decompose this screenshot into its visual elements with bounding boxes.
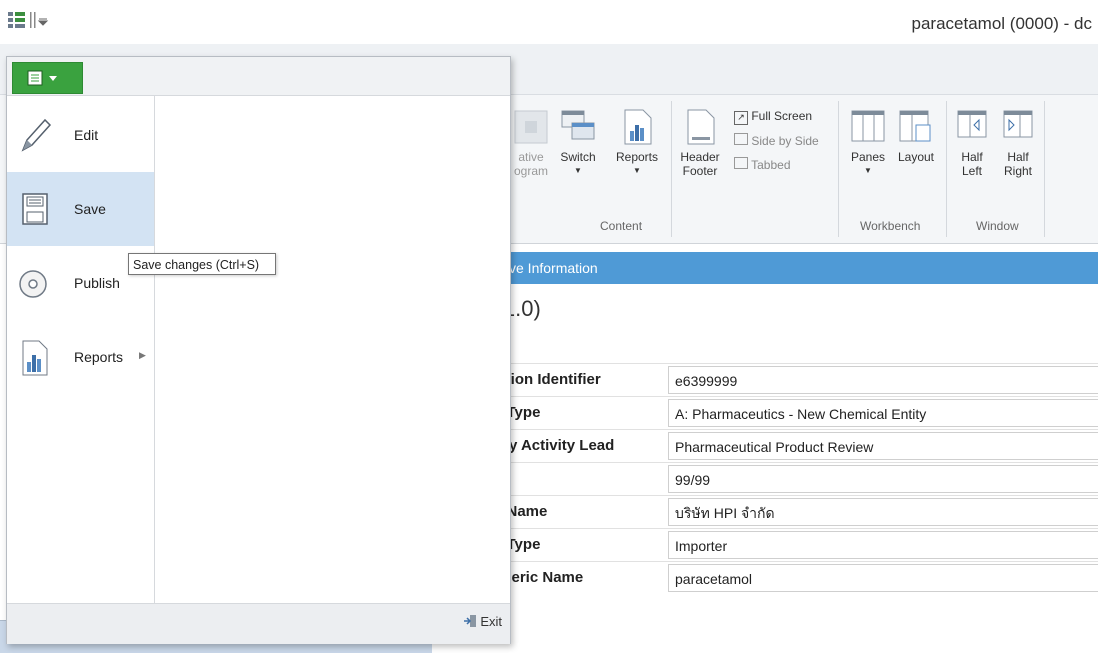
row-value-field[interactable]: A: Pharmaceutics - New Chemical Entity: [668, 399, 1098, 427]
title-bar: paracetamol (0000) - dc: [0, 0, 1098, 44]
side-by-side-button[interactable]: Side by Side: [734, 133, 819, 148]
row-value-field[interactable]: paracetamol: [668, 564, 1098, 592]
switch-icon: [561, 110, 595, 140]
chevron-down-icon: ▼: [864, 166, 872, 175]
tabbed-button[interactable]: Tabbed: [734, 157, 791, 172]
layout-icon: [899, 110, 931, 142]
save-tooltip: Save changes (Ctrl+S): [128, 253, 276, 275]
alternative-program-button[interactable]: ative ogram: [508, 107, 554, 178]
panes-icon: [851, 110, 885, 142]
panes-button[interactable]: Panes ▼: [846, 107, 890, 178]
row-value-field[interactable]: บริษัท HPI จำกัด: [668, 498, 1098, 526]
info-table: ssion Identifier e6399999 e Type A: Phar…: [432, 363, 1098, 594]
menu-item-save[interactable]: Save: [7, 172, 154, 246]
menu-item-edit[interactable]: Edit: [7, 98, 154, 172]
application-menu-header: [7, 57, 510, 96]
alternative-icon: [514, 110, 548, 144]
content-group-label: Content: [600, 219, 643, 233]
reports-button[interactable]: Reports ▼: [610, 107, 664, 178]
application-menu: Edit Save Publish Reports ▶ Exit: [6, 56, 511, 644]
side-by-side-icon: [734, 133, 748, 145]
table-row: e 99/99: [432, 462, 1098, 495]
half-right-icon: [1003, 110, 1033, 138]
menu-item-reports[interactable]: Reports ▶: [7, 320, 154, 394]
section-banner: tive Information: [432, 252, 1098, 284]
exit-button[interactable]: Exit: [463, 614, 502, 629]
app-menu-icon: [27, 70, 57, 86]
window-title: paracetamol (0000) - dc: [911, 14, 1092, 33]
disc-icon: [19, 270, 47, 298]
table-row: ssion Identifier e6399999: [432, 363, 1098, 396]
group-separator: [1044, 101, 1045, 237]
chevron-down-icon: ▼: [574, 166, 582, 175]
row-value-field[interactable]: e6399999: [668, 366, 1098, 394]
half-right-button[interactable]: Half Right: [998, 107, 1038, 178]
row-value-field[interactable]: 99/99: [668, 465, 1098, 493]
application-menu-button[interactable]: [12, 62, 83, 94]
group-separator: [946, 101, 947, 237]
switch-button[interactable]: Switch ▼: [554, 107, 602, 178]
table-row: ory Activity Lead Pharmaceutical Product…: [432, 429, 1098, 462]
half-left-icon: [957, 110, 987, 138]
workbench-group-label: Workbench: [860, 219, 921, 233]
row-value-field[interactable]: Importer: [668, 531, 1098, 559]
table-row: e Type Importer: [432, 528, 1098, 561]
group-separator: [671, 101, 672, 237]
quick-access-toolbar[interactable]: [8, 10, 68, 32]
table-row: e Type A: Pharmaceutics - New Chemical E…: [432, 396, 1098, 429]
header-footer-icon: [687, 109, 715, 145]
chevron-down-icon: ▼: [633, 166, 641, 175]
window-group-label: Window: [976, 219, 1019, 233]
table-row: e Name บริษัท HPI จำกัด: [432, 495, 1098, 528]
application-menu-list: Edit Save Publish Reports ▶: [7, 96, 155, 603]
header-footer-button[interactable]: Header Footer: [676, 107, 724, 178]
full-screen-button[interactable]: ↗ Full Screen: [734, 109, 812, 125]
tabbed-icon: [734, 157, 748, 169]
layout-button[interactable]: Layout: [892, 107, 940, 164]
half-left-button[interactable]: Half Left: [952, 107, 992, 178]
report-chart-icon: [624, 109, 652, 145]
submenu-arrow-icon: ▶: [139, 350, 146, 360]
group-separator: [838, 101, 839, 237]
full-screen-icon: ↗: [734, 111, 748, 125]
floppy-disk-icon: [22, 193, 48, 225]
exit-icon: [463, 614, 477, 628]
report-chart-icon: [22, 340, 48, 376]
row-value-field[interactable]: Pharmaceutical Product Review: [668, 432, 1098, 460]
quick-access-icon[interactable]: [8, 10, 68, 32]
table-row: eneric Name paracetamol: [432, 561, 1098, 594]
application-menu-footer: Exit: [7, 603, 510, 644]
pencil-icon: [21, 118, 52, 152]
